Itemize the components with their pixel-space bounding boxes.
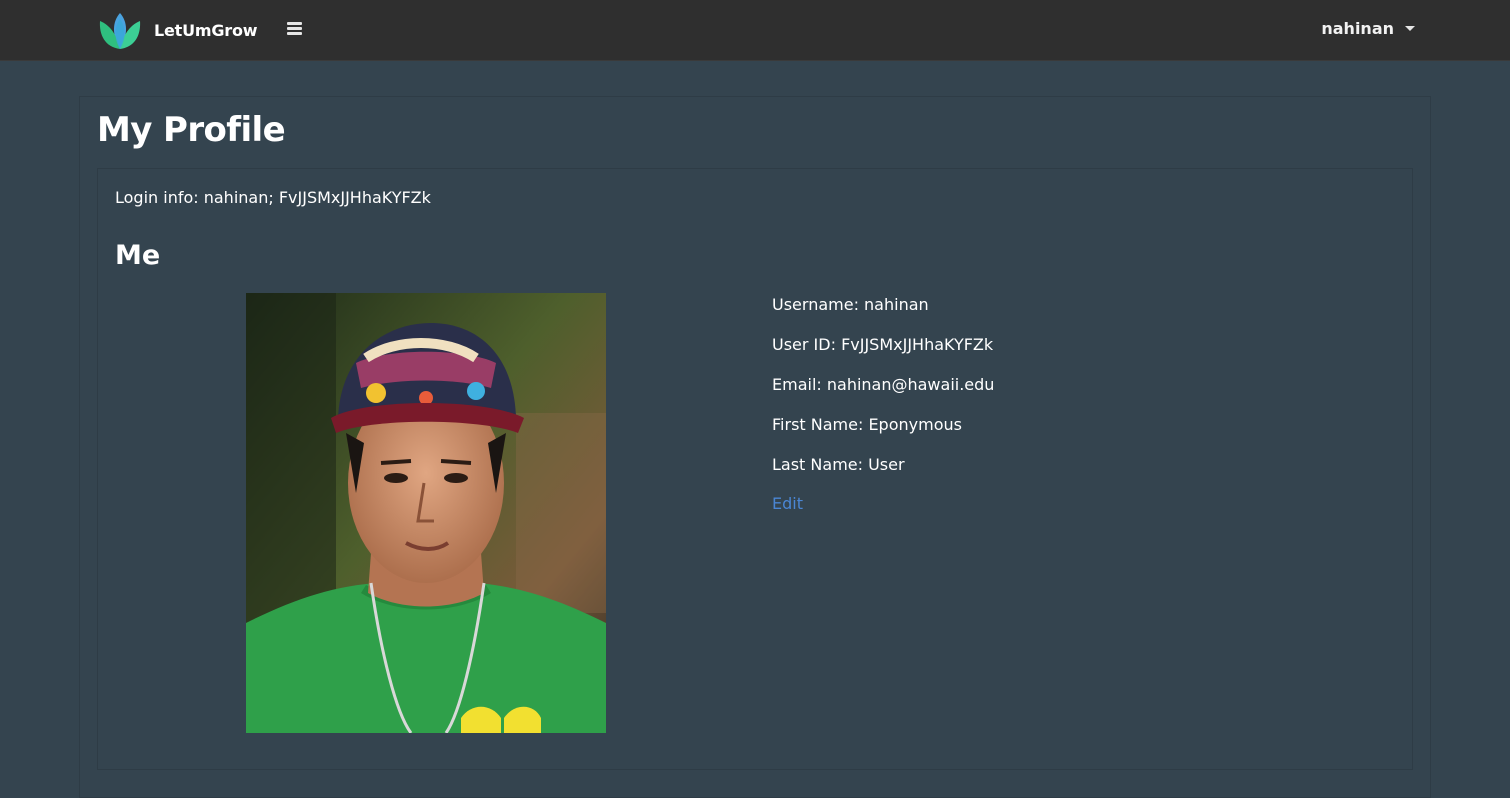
last-name-detail: Last Name: User: [772, 455, 905, 474]
page-title: My Profile: [97, 110, 286, 150]
profile-details: Username: nahinan User ID: FvJJSMxJJHhaK…: [772, 294, 994, 513]
email-detail: Email: nahinan@hawaii.edu: [772, 375, 995, 394]
login-info: Login info: nahinan; FvJJSMxJJHhaKYFZk: [115, 188, 431, 207]
caret-down-icon: [1405, 26, 1415, 31]
first-name-detail: First Name: Eponymous: [772, 415, 962, 434]
user-id-detail: User ID: FvJJSMxJJHhaKYFZk: [772, 335, 994, 354]
username-detail: Username: nahinan: [772, 295, 929, 314]
hamburger-icon[interactable]: [287, 22, 303, 38]
top-navbar: LetUmGrow nahinan: [0, 0, 1510, 61]
section-heading: Me: [115, 240, 161, 271]
brand-link[interactable]: LetUmGrow: [97, 9, 258, 51]
lotus-leaf-icon: [99, 13, 141, 49]
user-name: nahinan: [1321, 19, 1394, 38]
brand-name: LetUmGrow: [154, 20, 258, 40]
profile-photo-image: [246, 293, 606, 733]
edit-link[interactable]: Edit: [772, 494, 803, 513]
user-dropdown[interactable]: nahinan: [1321, 19, 1415, 38]
profile-photo: [246, 293, 606, 733]
